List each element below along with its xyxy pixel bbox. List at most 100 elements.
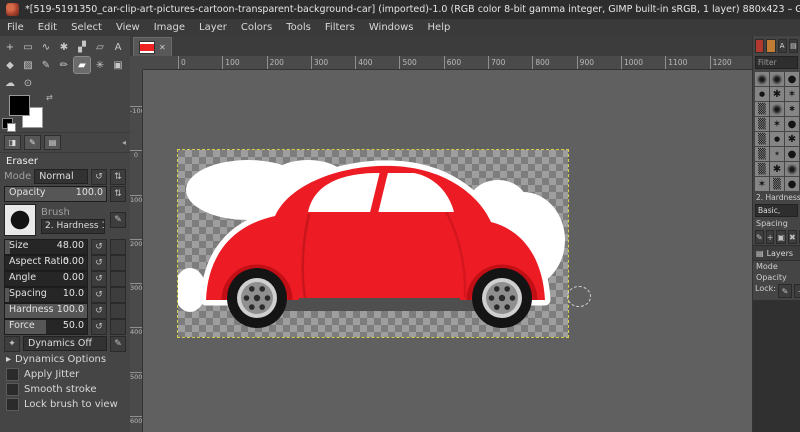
checkbox[interactable] [6, 383, 19, 396]
brush-swatch[interactable]: ✱ [770, 162, 784, 176]
tool-move-icon[interactable]: + [2, 39, 18, 55]
slider-link-button[interactable] [110, 303, 126, 319]
brush-swatch[interactable]: ▒ [755, 162, 769, 176]
menu-item[interactable]: Colors [234, 21, 279, 34]
menu-item[interactable]: Windows [362, 21, 421, 34]
checkbox[interactable] [6, 398, 19, 411]
opacity-slider[interactable]: Opacity 100.0 [4, 186, 107, 202]
lock-position-icon[interactable]: + [794, 284, 800, 298]
lock-pixels-icon[interactable]: ✎ [778, 284, 792, 298]
tool-paintbrush-icon[interactable]: ✏ [56, 57, 72, 73]
brushes-tab-icon[interactable] [755, 39, 764, 53]
brush-swatch[interactable]: ✶ [755, 177, 769, 191]
slider-reset-button[interactable]: ↺ [91, 319, 107, 335]
brush-swatch[interactable]: ▒ [755, 132, 769, 146]
checkbox[interactable] [6, 368, 19, 381]
spin-slider[interactable]: Force 50.0 [4, 319, 88, 335]
collapse-dock-icon[interactable]: ◂ [122, 138, 126, 147]
layers-panel-header[interactable]: ▤ Layers [753, 245, 800, 261]
gimp-app-icon[interactable] [6, 3, 19, 16]
brush-swatch[interactable]: ✶ [785, 87, 799, 101]
tool-eraser-icon[interactable]: ▰ [74, 57, 90, 73]
menu-item[interactable]: Tools [279, 21, 318, 34]
brush-swatch[interactable]: ✱ [770, 87, 784, 101]
slider-link-button[interactable] [110, 287, 126, 303]
layer-list[interactable] [753, 300, 800, 432]
brush-filter-input[interactable]: Filter [755, 56, 798, 69]
brush-swatch[interactable]: ● [755, 87, 769, 101]
brush-swatch[interactable]: ● [785, 147, 799, 161]
menu-item[interactable]: Image [147, 21, 192, 34]
mode-dropdown[interactable]: Normal [34, 169, 88, 184]
brush-swatch[interactable]: ▒ [755, 147, 769, 161]
default-colors-icon[interactable] [2, 118, 13, 129]
slider-reset-button[interactable]: ↺ [91, 239, 107, 255]
brush-swatch[interactable]: ✱ [785, 132, 799, 146]
slider-reset-button[interactable]: ↺ [91, 303, 107, 319]
tool-airbrush-icon[interactable]: ✳ [92, 57, 108, 73]
edit-brush-icon[interactable]: ✎ [755, 230, 764, 244]
brush-swatch[interactable]: ● [770, 102, 784, 116]
menu-item[interactable]: View [109, 21, 147, 34]
slider-link-button[interactable] [110, 319, 126, 335]
menu-item[interactable]: Filters [318, 21, 362, 34]
brush-swatch[interactable]: ✶ [770, 147, 784, 161]
close-tab-icon[interactable]: ✕ [159, 43, 166, 52]
brush-swatch[interactable]: ● [755, 72, 769, 86]
dockable-menu-icon[interactable]: ▤ [44, 135, 61, 150]
slider-reset-button[interactable]: ↺ [91, 287, 107, 303]
image-layer[interactable] [178, 150, 568, 337]
brush-swatch[interactable]: ▒ [755, 117, 769, 131]
opacity-spin-button[interactable]: ⇅ [110, 186, 126, 202]
vertical-ruler[interactable]: -1000100200300400500600 [130, 70, 143, 432]
menu-item[interactable]: Edit [31, 21, 64, 34]
foreground-color-swatch[interactable] [9, 95, 30, 116]
tool-free-select-icon[interactable]: ∿ [38, 39, 54, 55]
slider-reset-button[interactable]: ↺ [91, 255, 107, 271]
tool-presets-tab-icon[interactable]: ✎ [24, 135, 41, 150]
brush-name-field[interactable]: 2. Hardness 100 [41, 219, 105, 234]
menu-item[interactable]: Select [64, 21, 109, 34]
spin-slider[interactable]: Size 48.00 [4, 239, 88, 255]
new-brush-icon[interactable]: + [766, 230, 775, 244]
canvas-area[interactable] [143, 70, 753, 432]
spin-slider[interactable]: Spacing 10.0 [4, 287, 88, 303]
document-history-tab-icon[interactable]: ▤ [789, 39, 798, 53]
brush-swatch[interactable]: ✱ [785, 102, 799, 116]
menu-item[interactable]: Layer [192, 21, 234, 34]
duplicate-brush-icon[interactable]: ▣ [776, 230, 786, 244]
spin-slider[interactable]: Aspect Ratio 0.00 [4, 255, 88, 271]
horizontal-ruler[interactable]: 0100200300400500600700800900100011001200 [143, 56, 753, 70]
patterns-tab-icon[interactable] [766, 39, 775, 53]
tool-clone-icon[interactable]: ▣ [110, 57, 126, 73]
brush-thumbnail[interactable] [4, 204, 36, 236]
menu-item[interactable]: File [0, 21, 31, 34]
spin-slider[interactable]: Angle 0.00 [4, 271, 88, 287]
tool-gradient-icon[interactable]: ▨ [20, 57, 36, 73]
menu-item[interactable]: Help [421, 21, 458, 34]
slider-reset-button[interactable]: ↺ [91, 271, 107, 287]
dynamics-options-expander[interactable]: ▸ Dynamics Options [0, 352, 130, 367]
image-tab[interactable]: ✕ [133, 37, 172, 56]
spin-slider[interactable]: Hardness 100.0 [4, 303, 88, 319]
tool-text-icon[interactable]: A [110, 39, 126, 55]
tool-bucket-fill-icon[interactable]: ◆ [2, 57, 18, 73]
ruler-corner[interactable] [130, 56, 144, 71]
brush-swatch[interactable]: ● [785, 72, 799, 86]
brush-swatch[interactable]: ▒ [770, 177, 784, 191]
swap-colors-icon[interactable]: ⇄ [46, 93, 53, 102]
slider-link-button[interactable] [110, 239, 126, 255]
brush-swatch[interactable]: ● [785, 162, 799, 176]
edit-dynamics-button[interactable]: ✎ [110, 336, 126, 352]
slider-link-button[interactable] [110, 271, 126, 287]
tool-fuzzy-select-icon[interactable]: ✱ [56, 39, 72, 55]
tool-options-tab-icon[interactable]: ◨ [4, 135, 21, 150]
brush-tag-input[interactable]: Basic, [755, 204, 798, 217]
slider-link-button[interactable] [110, 255, 126, 271]
tool-color-picker-icon[interactable]: ⊙ [20, 75, 36, 91]
brush-swatch[interactable]: ▒ [755, 102, 769, 116]
dynamics-dropdown[interactable]: Dynamics Off [23, 336, 107, 351]
brush-swatch[interactable]: ✶ [770, 117, 784, 131]
brush-swatch[interactable]: ● [785, 177, 799, 191]
mode-reset-button[interactable]: ↺ [91, 169, 107, 185]
